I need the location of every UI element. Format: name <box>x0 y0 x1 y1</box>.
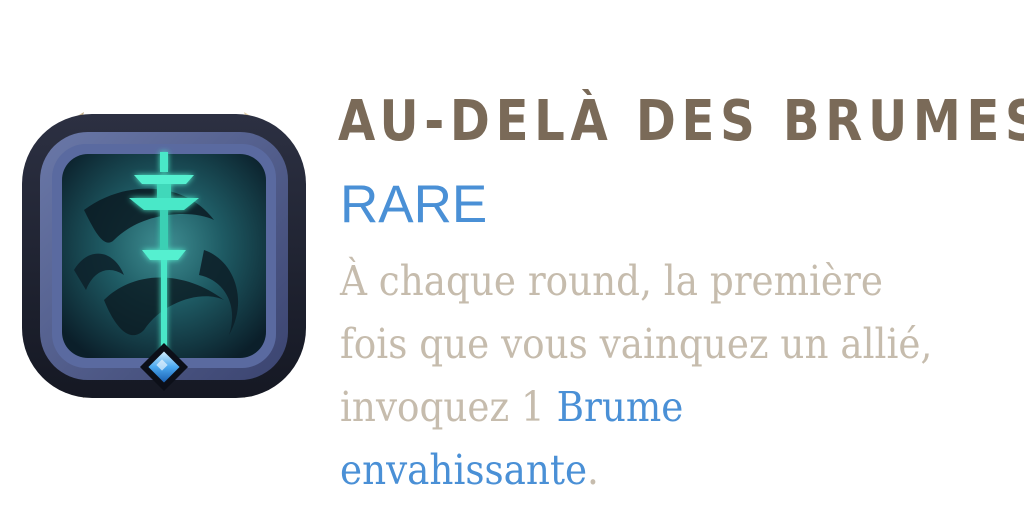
description-text: invoquez 1 <box>340 383 557 431</box>
keyword-envahissante: envahissante <box>340 446 588 494</box>
description-line: invoquez 1 Brume <box>340 376 959 439</box>
description-line: envahissante. <box>340 439 959 502</box>
mist-sword-augment-icon <box>22 112 306 398</box>
augment-rarity: RARE <box>340 175 488 234</box>
keyword-brume: Brume <box>556 383 684 431</box>
description-line: fois que vous vainquez un allié, <box>340 320 933 368</box>
augment-title: AU-DELÀ DES BRUMES <box>338 89 1024 154</box>
description-punctuation: . <box>587 446 599 494</box>
augment-card: AU-DELÀ DES BRUMES RARE À chaque round, … <box>0 0 1024 512</box>
description-line: À chaque round, la première <box>340 257 883 305</box>
augment-description: À chaque round, la première fois que vou… <box>340 250 959 502</box>
